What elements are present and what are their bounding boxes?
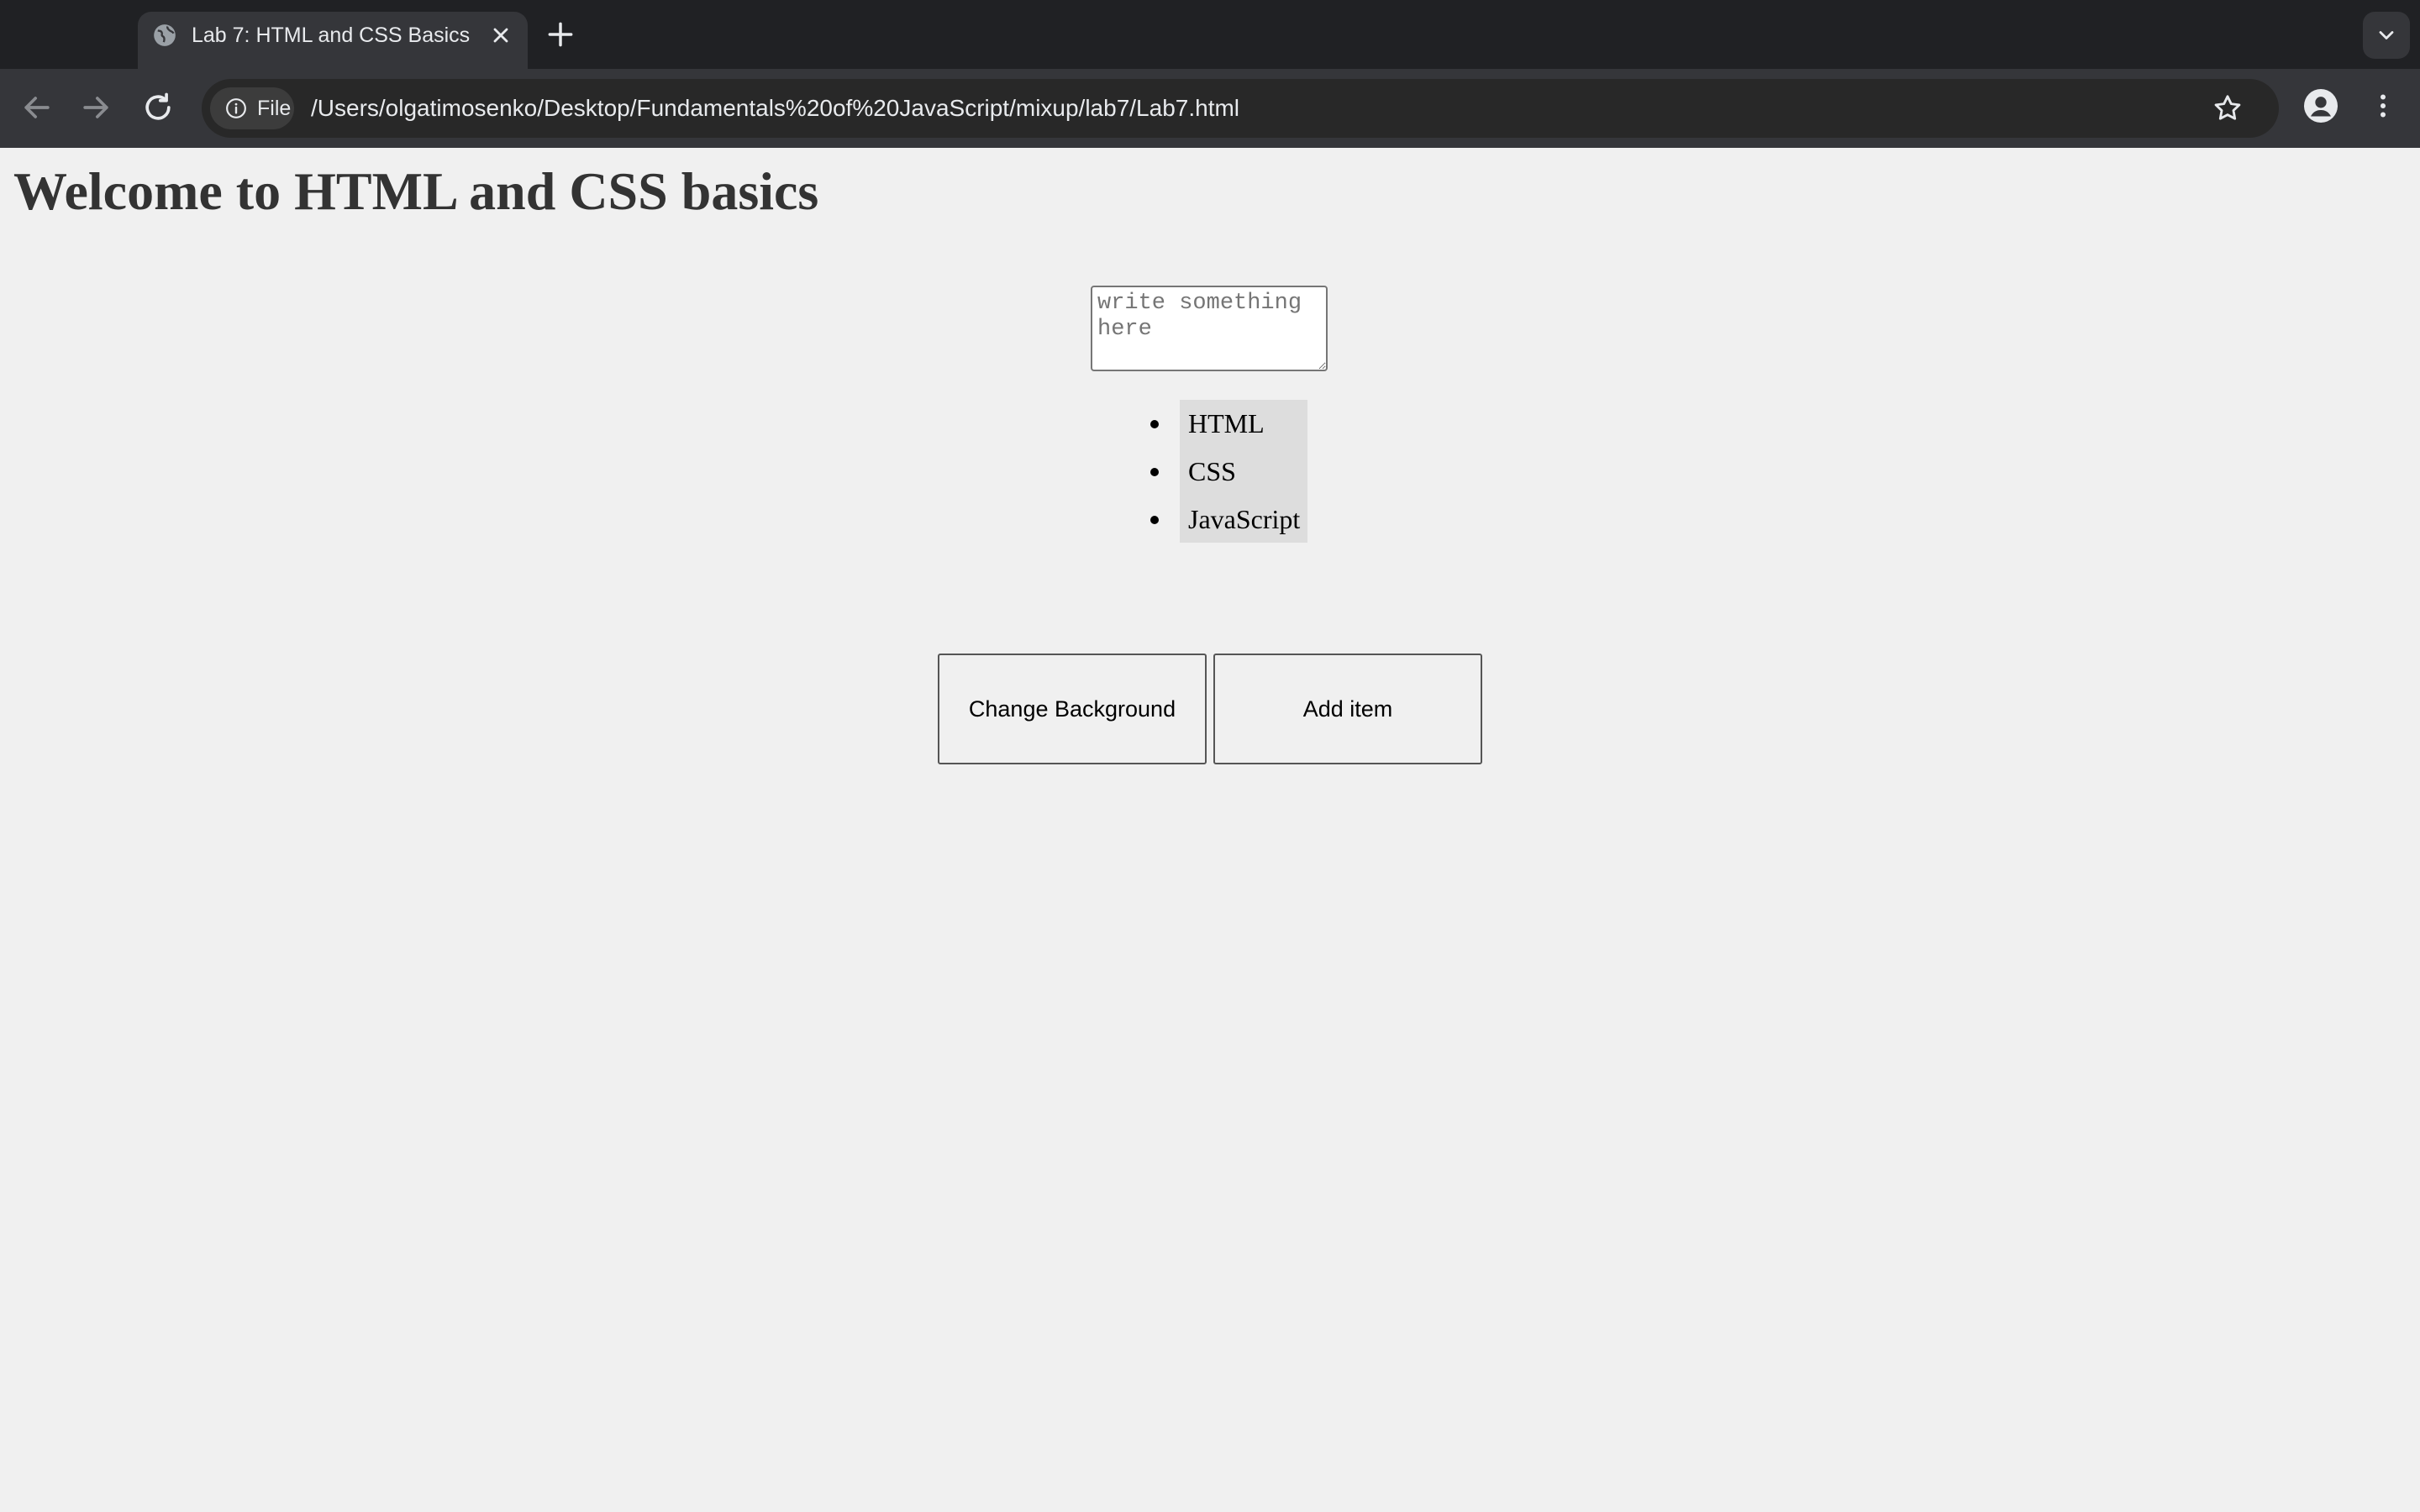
browser-toolbar: File /Users/olgatimosenko/Desktop/Fundam… [0,69,2420,148]
arrow-left-icon[interactable] [18,89,55,126]
bullet-icon [1150,468,1159,476]
plus-icon[interactable] [544,18,576,50]
avatar-icon[interactable] [2304,89,2338,123]
list-item: CSS [1150,448,1307,496]
site-info-chip[interactable]: File [210,87,294,129]
kebab-menu-icon[interactable] [2368,87,2398,124]
list-item-label: JavaScript [1188,504,1301,534]
list-item-label: CSS [1188,456,1236,486]
close-icon[interactable] [489,24,513,47]
topic-list: HTML CSS JavaScript [1150,400,1307,543]
info-icon [226,98,246,118]
site-info-label: File [257,97,292,120]
chevron-down-icon [2379,31,2394,39]
globe-icon [154,24,176,46]
bullet-icon [1150,516,1159,524]
page-viewport: Welcome to HTML and CSS basics HTML CSS … [0,148,2420,1512]
arrow-right-icon[interactable] [77,89,114,126]
page-heading: Welcome to HTML and CSS basics [13,161,819,221]
tab-title: Lab 7: HTML and CSS Basics [192,24,471,47]
bullet-icon [1150,420,1159,428]
address-bar[interactable]: File /Users/olgatimosenko/Desktop/Fundam… [202,79,2279,138]
change-background-button[interactable]: Change Background [938,654,1207,764]
star-icon[interactable] [2212,92,2244,124]
reload-icon[interactable] [139,89,176,126]
list-item: JavaScript [1150,496,1307,543]
tab-strip: Lab 7: HTML and CSS Basics [0,0,2420,69]
list-item: HTML [1150,400,1307,448]
active-tab[interactable]: Lab 7: HTML and CSS Basics [138,12,528,69]
add-item-button[interactable]: Add item [1213,654,1482,764]
list-item-label: HTML [1188,408,1265,438]
url-text[interactable]: /Users/olgatimosenko/Desktop/Fundamental… [311,94,1239,123]
tab-search-button[interactable] [2363,12,2410,59]
text-input-area[interactable] [1091,286,1328,371]
